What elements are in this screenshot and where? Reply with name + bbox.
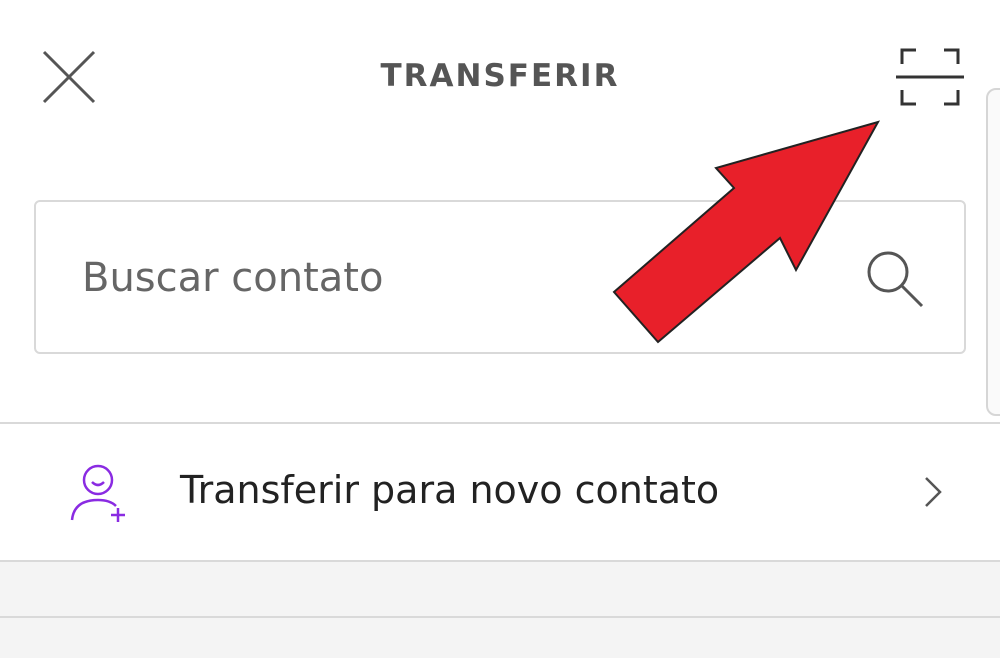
adjacent-panel-edge bbox=[986, 88, 1000, 416]
qr-scan-button[interactable] bbox=[894, 44, 966, 110]
new-contact-label: Transferir para novo contato bbox=[180, 468, 720, 512]
new-contact-row[interactable]: Transferir para novo contato bbox=[0, 424, 1000, 560]
contact-list-area bbox=[0, 560, 1000, 658]
page-title: TRANSFERIR bbox=[380, 58, 620, 94]
qr-scan-icon bbox=[896, 48, 964, 106]
top-bar: TRANSFERIR bbox=[0, 0, 1000, 160]
search-icon bbox=[867, 251, 924, 308]
search-box[interactable] bbox=[34, 200, 966, 354]
person-add-icon bbox=[68, 460, 132, 524]
list-divider bbox=[0, 560, 1000, 562]
search-input[interactable] bbox=[82, 248, 842, 308]
list-divider bbox=[0, 616, 1000, 618]
search-button[interactable] bbox=[864, 248, 926, 310]
chevron-right-icon bbox=[918, 474, 948, 510]
